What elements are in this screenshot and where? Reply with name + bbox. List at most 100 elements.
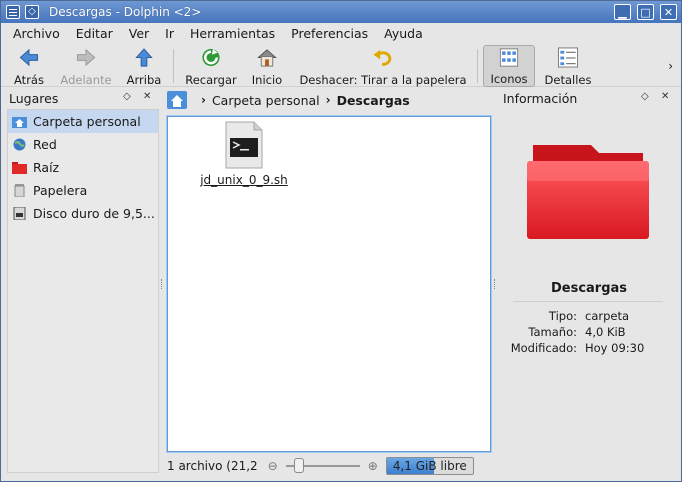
minimize-icon[interactable]: ▁: [614, 4, 631, 20]
float-panel-icon[interactable]: ◇: [641, 91, 649, 102]
up-button[interactable]: Arriba: [125, 45, 163, 87]
window-controls: ▁ □ ✕: [614, 4, 677, 20]
info-divider: [513, 301, 663, 302]
info-value: 4,0 KiB: [585, 325, 626, 339]
info-row-size: Tamaño: 4,0 KiB: [499, 325, 679, 341]
info-row-modified: Modificado: Hoy 09:30: [499, 341, 679, 357]
crumb-separator-icon: ›: [201, 93, 206, 107]
place-harddisk[interactable]: Disco duro de 9,5...: [8, 202, 158, 225]
zoom-slider[interactable]: [285, 458, 360, 473]
place-label: Disco duro de 9,5...: [33, 206, 155, 221]
zoom-slider-handle[interactable]: [293, 458, 304, 473]
information-title: Información: [503, 90, 578, 106]
home-crumb-icon[interactable]: [167, 91, 187, 109]
menu-editar[interactable]: Editar: [76, 26, 113, 41]
splitter-handle[interactable]: [161, 279, 163, 289]
folder-preview-icon: [527, 145, 649, 239]
menu-ayuda[interactable]: Ayuda: [384, 26, 423, 41]
details-view-button[interactable]: Detalles: [541, 45, 595, 87]
undo-button[interactable]: Deshacer: Tirar a la papelera: [297, 45, 469, 87]
close-panel-icon[interactable]: ✕: [143, 91, 151, 102]
shell-script-icon: [225, 121, 263, 169]
home-label: Inicio: [251, 73, 283, 87]
selected-item-name: Descargas: [550, 281, 628, 296]
arrow-left-icon: [19, 48, 39, 67]
places-panel: Lugares ◇ ✕ Carpeta personal Red Raíz Pa…: [5, 88, 161, 478]
menu-ir[interactable]: Ir: [165, 26, 174, 41]
place-label: Carpeta personal: [33, 114, 141, 129]
icons-view-button[interactable]: Iconos: [483, 45, 535, 87]
close-panel-icon[interactable]: ✕: [661, 91, 669, 102]
main-toolbar: Atrás Adelante Arriba Recargar Inicio De…: [1, 43, 681, 87]
file-name: jd_unix_0_9.sh: [200, 173, 288, 187]
file-view[interactable]: jd_unix_0_9.sh: [167, 116, 491, 452]
free-space-indicator[interactable]: 4,1 GiB libre: [385, 457, 474, 475]
icons-view-label: Iconos: [490, 72, 528, 86]
dolphin-window: ◇ Descargas - Dolphin <2> ▁ □ ✕ Archivo …: [0, 0, 682, 482]
title-bar[interactable]: ◇ Descargas - Dolphin <2> ▁ □ ✕: [1, 1, 681, 23]
info-key: Tamaño:: [528, 325, 577, 339]
close-icon[interactable]: ✕: [660, 4, 677, 20]
undo-icon: [373, 49, 392, 66]
crumb-current[interactable]: Descargas: [337, 93, 410, 108]
toolbar-overflow-icon[interactable]: ›: [668, 59, 673, 73]
info-row-type: Tipo: carpeta: [499, 309, 679, 325]
menu-herramientas[interactable]: Herramientas: [190, 26, 275, 41]
info-key: Modificado:: [510, 341, 577, 355]
crumb-home[interactable]: Carpeta personal: [212, 93, 320, 108]
place-root[interactable]: Raíz: [8, 156, 158, 179]
info-value: Hoy 09:30: [585, 341, 645, 355]
toolbar-separator: [173, 49, 174, 83]
harddisk-icon: [13, 207, 26, 220]
splitter-handle[interactable]: [494, 279, 496, 289]
arrow-right-icon: [76, 48, 96, 67]
status-bar: 1 archivo (21,2 ⊖ ⊕ 4,1 GiB libre: [165, 456, 495, 476]
forward-button[interactable]: Adelante: [59, 45, 113, 87]
forward-label: Adelante: [60, 73, 112, 87]
places-list: Carpeta personal Red Raíz Papelera Disco…: [7, 109, 159, 473]
place-home[interactable]: Carpeta personal: [8, 110, 158, 133]
places-title: Lugares: [9, 90, 59, 106]
place-label: Raíz: [33, 160, 60, 175]
info-value: carpeta: [585, 309, 630, 323]
menu-ver[interactable]: Ver: [129, 26, 149, 41]
menu-archivo[interactable]: Archivo: [13, 26, 60, 41]
reload-button[interactable]: Recargar: [183, 45, 239, 87]
undo-label: Deshacer: Tirar a la papelera: [299, 73, 467, 87]
network-globe-icon: [13, 138, 26, 151]
arrow-up-icon: [135, 48, 153, 67]
details-view-icon: [557, 47, 579, 68]
home-folder-icon: [12, 117, 27, 128]
information-header: Información ◇ ✕: [499, 88, 679, 108]
breadcrumb: › Carpeta personal › Descargas: [165, 89, 493, 111]
up-label: Arriba: [126, 73, 162, 87]
zoom-in-icon[interactable]: ⊕: [368, 459, 378, 473]
home-icon: [257, 49, 277, 67]
pin-icon[interactable]: ◇: [25, 5, 39, 19]
places-header: Lugares ◇ ✕: [5, 88, 161, 108]
crumb-separator-icon: ›: [325, 93, 331, 107]
home-button[interactable]: Inicio: [249, 45, 285, 87]
icons-view-icon: [499, 48, 519, 67]
place-trash[interactable]: Papelera: [8, 179, 158, 202]
info-key: Tipo:: [548, 309, 577, 323]
details-view-label: Detalles: [544, 73, 592, 87]
zoom-out-icon[interactable]: ⊖: [268, 459, 278, 473]
menu-preferencias[interactable]: Preferencias: [291, 26, 368, 41]
reload-label: Recargar: [185, 73, 237, 87]
maximize-icon[interactable]: □: [637, 4, 654, 20]
info-properties: Tipo: carpeta Tamaño: 4,0 KiB Modificado…: [499, 309, 679, 357]
place-network[interactable]: Red: [8, 133, 158, 156]
back-button[interactable]: Atrás: [11, 45, 47, 87]
toolbar-separator: [477, 49, 478, 83]
window-menu-icon[interactable]: [6, 5, 20, 19]
free-space-label: 4,1 GiB libre: [392, 459, 467, 473]
root-folder-icon: [12, 162, 27, 174]
place-label: Papelera: [33, 183, 88, 198]
information-content: Descargas Tipo: carpeta Tamaño: 4,0 KiB …: [499, 109, 679, 473]
place-label: Red: [33, 137, 57, 152]
menu-bar: Archivo Editar Ver Ir Herramientas Prefe…: [1, 23, 681, 43]
reload-icon: [202, 48, 220, 67]
float-panel-icon[interactable]: ◇: [123, 91, 131, 102]
information-panel: Información ◇ ✕ Descargas Tipo: carpeta …: [499, 88, 679, 478]
